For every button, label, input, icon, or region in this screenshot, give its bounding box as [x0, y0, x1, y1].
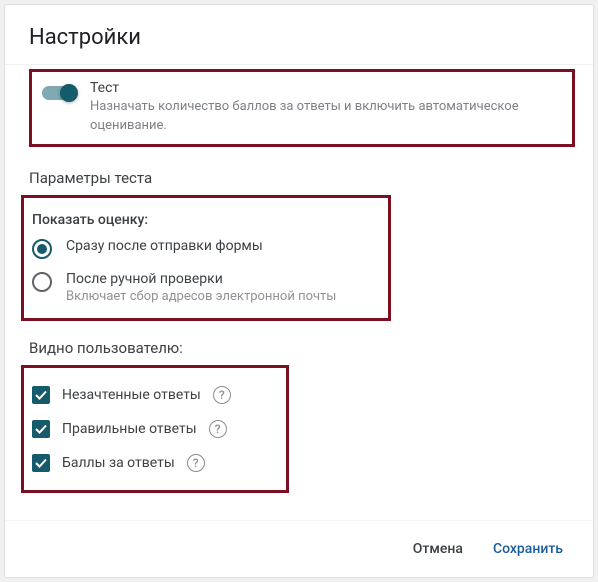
release-immediate-row[interactable]: Сразу после отправки формы [24, 228, 378, 261]
quiz-toggle-row[interactable]: Тест Назначать количество баллов за отве… [42, 80, 562, 136]
highlight-box-release: Показать оценку: Сразу после отправки фо… [21, 195, 391, 321]
cancel-button[interactable]: Отмена [403, 533, 473, 565]
highlight-box-visible: Незачтенные ответы ? Правильные ответы ?… [21, 365, 289, 493]
radio-immediate[interactable] [32, 239, 52, 259]
quiz-toggle-label: Тест [90, 80, 562, 96]
checkbox-points-label: Баллы за ответы [62, 455, 175, 471]
help-icon[interactable]: ? [209, 420, 227, 438]
checkbox-missed[interactable] [32, 386, 50, 404]
radio-manual-text: После ручной проверки Включает сбор адре… [66, 271, 336, 304]
dialog-scroll-area[interactable]: Тест Назначать количество баллов за отве… [5, 64, 593, 520]
release-manual-row[interactable]: После ручной проверки Включает сбор адре… [24, 261, 378, 306]
help-icon[interactable]: ? [187, 454, 205, 472]
check-icon [34, 456, 48, 470]
dialog-title: Настройки [5, 5, 593, 64]
release-grade-header: Показать оценку: [24, 212, 378, 228]
save-button[interactable]: Сохранить [483, 533, 573, 565]
toggle-knob [60, 84, 78, 102]
check-icon [34, 422, 48, 436]
checkbox-correct-label: Правильные ответы [62, 421, 197, 437]
visible-correct-row[interactable]: Правильные ответы ? [24, 412, 268, 446]
help-icon[interactable]: ? [213, 386, 231, 404]
highlight-box-quiz: Тест Назначать количество баллов за отве… [29, 69, 575, 147]
quiz-toggle-text: Тест Назначать количество баллов за отве… [90, 80, 562, 136]
respondent-see-header: Видно пользователю: [29, 339, 585, 357]
visible-missed-row[interactable]: Незачтенные ответы ? [24, 378, 268, 412]
radio-immediate-text: Сразу после отправки формы [66, 238, 263, 254]
visible-points-row[interactable]: Баллы за ответы ? [24, 446, 268, 480]
quiz-toggle-description: Назначать количество баллов за ответы и … [90, 98, 562, 136]
radio-manual-label: После ручной проверки [66, 271, 336, 287]
checkbox-points[interactable] [32, 454, 50, 472]
checkbox-correct[interactable] [32, 420, 50, 438]
test-params-header: Параметры теста [29, 169, 585, 187]
checkbox-missed-label: Незачтенные ответы [62, 387, 201, 403]
quiz-toggle[interactable] [42, 84, 76, 98]
radio-manual[interactable] [32, 272, 52, 292]
dialog-actions: Отмена Сохранить [5, 520, 593, 577]
check-icon [34, 388, 48, 402]
radio-manual-description: Включает сбор адресов электронной почты [66, 289, 336, 304]
settings-dialog: Настройки Тест Назначать количество балл… [4, 4, 594, 578]
radio-immediate-label: Сразу после отправки формы [66, 238, 263, 254]
